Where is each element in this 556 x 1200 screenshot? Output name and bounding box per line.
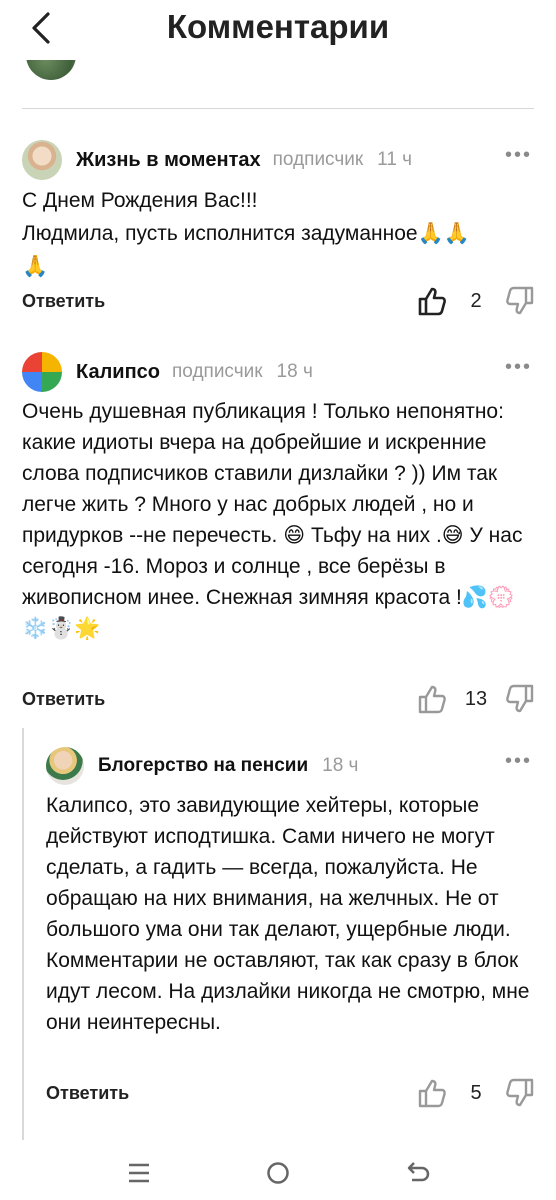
dislike-icon[interactable] <box>506 1078 534 1108</box>
comment-text: Очень душевная публикация ! Только непон… <box>22 400 523 640</box>
subscriber-badge: подписчик <box>272 149 364 170</box>
comment-author[interactable]: Блогерство на пенсии <box>98 755 308 777</box>
comment-time: 18 ч <box>322 755 359 776</box>
dislike-icon[interactable] <box>506 286 534 316</box>
like-count: 2 <box>470 289 482 312</box>
comment-time: 18 ч <box>276 361 313 382</box>
avatar[interactable] <box>22 140 62 180</box>
app-header: Комментарии <box>0 0 556 60</box>
like-icon[interactable] <box>418 684 446 714</box>
more-options-icon[interactable]: ••• <box>505 750 532 773</box>
avatar[interactable] <box>22 352 62 392</box>
subscriber-badge: подписчик <box>172 361 263 382</box>
comment-time: 11 ч <box>377 149 413 170</box>
avatar <box>22 60 80 86</box>
reply-button[interactable]: Ответить <box>22 291 105 312</box>
more-options-icon[interactable]: ••• <box>505 144 532 167</box>
reply-button[interactable]: Ответить <box>46 1083 129 1104</box>
menu-lines-icon[interactable] <box>124 1158 154 1188</box>
more-options-icon[interactable]: ••• <box>505 356 532 379</box>
home-circle-icon[interactable] <box>263 1158 293 1188</box>
like-icon[interactable] <box>418 286 446 316</box>
comment-author[interactable]: Жизнь в моментах <box>76 149 261 172</box>
comment-text: С Днем Рождения Вас!!! Людмила, пусть ис… <box>22 189 470 278</box>
dislike-icon[interactable] <box>506 684 534 714</box>
comment-text: Калипсо, это завидующие хейтеры, которые… <box>46 794 530 1034</box>
avatar[interactable] <box>46 747 84 785</box>
back-arrow-icon[interactable] <box>402 1158 432 1188</box>
divider <box>22 108 534 109</box>
reply-button[interactable]: Ответить <box>22 689 105 710</box>
like-count: 5 <box>470 1081 482 1104</box>
reply-thread-line <box>22 728 24 1140</box>
like-icon[interactable] <box>418 1078 446 1108</box>
system-navigation-bar <box>0 1140 556 1200</box>
page-title: Комментарии <box>166 8 390 45</box>
comment-author[interactable]: Калипсо <box>76 361 160 384</box>
like-count: 13 <box>464 687 488 710</box>
